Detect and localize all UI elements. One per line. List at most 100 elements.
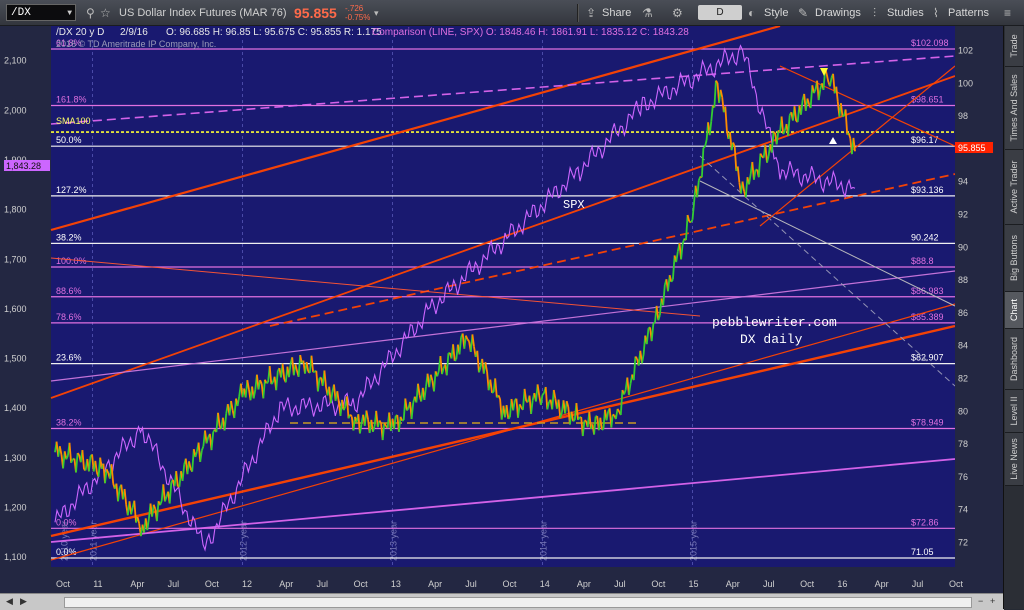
right-axis-tick: 72 <box>958 537 968 547</box>
x-axis-tick: 13 <box>391 579 401 589</box>
link-icon[interactable]: ⚲ <box>86 0 95 26</box>
fib-price-label: $88.8 <box>911 256 934 266</box>
copyright: 2016 © TD Ameritrade IP Company, Inc. <box>56 39 216 49</box>
spx-last-tag: 1,843.28 <box>4 160 50 171</box>
x-axis-tick: Apr <box>279 579 293 589</box>
left-axis-tick: 1,300 <box>4 453 27 463</box>
x-axis-tick: Jul <box>614 579 626 589</box>
fib-level-label: 127.2% <box>56 185 87 195</box>
last-price: 95.855 <box>294 0 337 26</box>
x-axis-tick: Oct <box>949 579 964 589</box>
x-axis-tick: Apr <box>875 579 889 589</box>
dx-price-segment <box>267 382 269 383</box>
dx-price-segment <box>313 372 315 373</box>
instrument-name: US Dollar Index Futures (MAR 76) <box>119 0 287 26</box>
palette-icon[interactable]: ◐ <box>748 0 755 26</box>
tab-trade[interactable]: Trade <box>1005 26 1023 67</box>
credit-sub: DX daily <box>740 332 803 347</box>
scroll-left-icon[interactable]: ◀ <box>6 596 13 607</box>
right-axis-tick: 88 <box>958 275 968 285</box>
fib-level-label: 161.8% <box>56 94 87 104</box>
right-axis-tick: 94 <box>958 177 968 187</box>
gear-icon[interactable]: ⚙ <box>672 0 683 26</box>
spx-label: SPX <box>563 198 585 212</box>
left-axis-tick: 1,200 <box>4 502 27 512</box>
chevron-down-icon[interactable]: ▼ <box>67 5 72 22</box>
fib-price-label: $98.651 <box>911 94 944 104</box>
price-chart[interactable]: 2010 year2011 year2012 year2013 year2014… <box>0 26 1004 593</box>
svg-text:95.855: 95.855 <box>958 143 986 153</box>
tab-times-and-sales[interactable]: Times And Sales <box>1005 67 1023 150</box>
sma-label: SMA100 <box>56 116 91 126</box>
x-axis-tick: Oct <box>205 579 220 589</box>
flask-icon[interactable]: ⚗ <box>642 0 653 26</box>
fib-price-label: $85.389 <box>911 312 944 322</box>
year-marker-label: 2012 year <box>239 521 249 561</box>
chart-title: /DX 20 y D <box>56 27 104 38</box>
x-axis-tick: Apr <box>130 579 144 589</box>
drawings-button[interactable]: Drawings <box>815 0 861 26</box>
x-axis-tick: Oct <box>503 579 518 589</box>
dx-price-segment <box>492 392 494 393</box>
patterns-icon[interactable]: ⌇ <box>933 0 939 26</box>
x-axis-tick: 15 <box>689 579 699 589</box>
studies-icon[interactable]: ⫶ <box>873 0 876 26</box>
scroll-thumb[interactable] <box>64 597 972 608</box>
left-axis-tick: 1,600 <box>4 304 27 314</box>
dx-price-segment <box>653 323 655 324</box>
fib-price-label: $78.949 <box>911 417 944 427</box>
x-axis-tick: Jul <box>168 579 180 589</box>
dx-price-segment <box>543 393 545 395</box>
fib-price-label: $72.86 <box>911 517 939 527</box>
fib-level-label: 88.6% <box>56 286 82 296</box>
x-axis-tick: Apr <box>577 579 591 589</box>
last-price-tag: 95.855 <box>955 142 993 153</box>
dx-price-segment <box>703 147 705 148</box>
dx-price-segment <box>78 453 80 455</box>
x-axis-tick: Jul <box>316 579 328 589</box>
tab-big-buttons[interactable]: Big Buttons <box>1005 225 1023 292</box>
star-icon[interactable]: ☆ <box>100 0 111 26</box>
share-button[interactable]: Share <box>602 0 631 26</box>
right-axis-tick: 100 <box>958 78 973 88</box>
period-select[interactable]: D <box>698 5 742 20</box>
horizontal-scrollbar[interactable]: ◀ ▶ − + <box>0 593 1004 610</box>
left-axis-tick: 1,100 <box>4 552 27 562</box>
right-axis-tick: 84 <box>958 341 968 351</box>
chevron-down-icon[interactable]: ▾ <box>374 0 379 26</box>
x-axis-tick: Jul <box>465 579 477 589</box>
fib-level-label: 23.6% <box>56 353 82 363</box>
fib-level-label: 78.6% <box>56 312 82 322</box>
zoom-in-icon[interactable]: + <box>990 596 995 606</box>
patterns-button[interactable]: Patterns <box>948 0 989 26</box>
zoom-out-icon[interactable]: − <box>978 596 983 606</box>
svg-text:1,843.28: 1,843.28 <box>6 161 41 171</box>
tab-active-trader[interactable]: Active Trader <box>1005 150 1023 225</box>
chart-area[interactable]: 2010 year2011 year2012 year2013 year2014… <box>0 26 1004 609</box>
dx-price-segment <box>455 359 457 361</box>
year-marker-label: 2014 year <box>539 521 549 561</box>
tab-dashboard[interactable]: Dashboard <box>1005 329 1023 390</box>
fib-price-label: $102.098 <box>911 38 949 48</box>
tab-live-news[interactable]: Live News <box>1005 433 1023 486</box>
pencil-icon[interactable]: ✎ <box>798 0 808 26</box>
dx-price-segment <box>402 420 404 421</box>
tab-chart[interactable]: Chart <box>1005 292 1023 329</box>
scroll-right-icon[interactable]: ▶ <box>20 596 27 607</box>
year-marker-label: 2013 year <box>389 521 399 561</box>
studies-button[interactable]: Studies <box>887 0 924 26</box>
fib-price-label: $93.136 <box>911 185 944 195</box>
dx-price-segment <box>271 382 273 384</box>
x-axis-tick: Oct <box>800 579 815 589</box>
right-axis-tick: 80 <box>958 406 968 416</box>
right-axis-tick: 82 <box>958 373 968 383</box>
tab-level-ii[interactable]: Level II <box>1005 390 1023 433</box>
dx-price-segment <box>843 116 845 117</box>
share-icon[interactable]: ⇪ <box>586 0 596 26</box>
right-sidebar: Trade Times And Sales Active Trader Big … <box>1003 26 1024 609</box>
style-button[interactable]: Style <box>764 0 788 26</box>
chart-date: 2/9/16 <box>120 27 148 38</box>
right-axis-tick: 92 <box>958 210 968 220</box>
symbol-input[interactable]: /DX▼ <box>6 4 76 21</box>
menu-icon[interactable]: ≡ <box>1004 0 1011 26</box>
